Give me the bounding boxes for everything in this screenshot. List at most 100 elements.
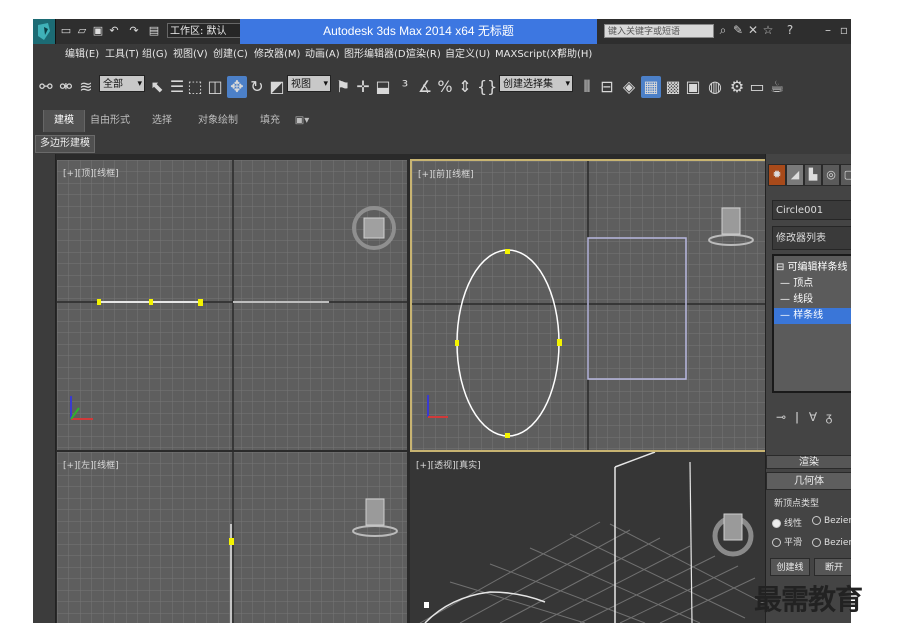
select-rotate-icon[interactable]: ↻ (247, 76, 267, 98)
edit-named-selection-icon[interactable]: {} (477, 76, 497, 98)
create-panel-icon[interactable]: ✹ (768, 164, 786, 186)
communication-icon[interactable]: ✕ (746, 23, 760, 38)
break-button[interactable]: 断开 (814, 558, 851, 576)
select-move-icon[interactable]: ✥ (227, 76, 247, 98)
rendered-frame-icon[interactable]: ▭ (747, 76, 767, 98)
save-icon[interactable]: ▣ (91, 23, 105, 38)
unlink-icon[interactable]: ⚮ (56, 76, 76, 98)
radio-bezier[interactable]: Bezier (812, 516, 851, 526)
menu-create[interactable]: 创建(C) (213, 44, 248, 66)
vertex-marker (229, 538, 234, 545)
redo-icon[interactable]: ↷ (127, 23, 141, 38)
material-editor-icon[interactable]: ◍ (705, 76, 725, 98)
angle-snap-icon[interactable]: ∡ (415, 76, 435, 98)
select-object-icon[interactable]: ⬉ (147, 76, 167, 98)
graphite-ribbon-icon[interactable]: ▦ (641, 76, 661, 98)
motion-panel-icon[interactable]: ◎ (822, 164, 840, 186)
viewport-label-perspective[interactable]: [+][透视][真实] (416, 458, 481, 471)
restore-icon[interactable]: ▫ (837, 23, 851, 38)
radio-bezier-corner[interactable]: Bezier 角点 (812, 535, 851, 548)
minimize-icon[interactable]: – (821, 23, 835, 38)
tab-selection[interactable]: 选择 (145, 110, 179, 132)
viewport-front[interactable]: [+][前][线框] (410, 159, 767, 452)
menu-maxscript[interactable]: MAXScript(X) (495, 44, 561, 66)
open-file-icon[interactable]: ▱ (75, 23, 89, 38)
mirror-icon[interactable]: ⫴ (577, 76, 597, 98)
pin-stack-icon[interactable]: ⊸ (774, 408, 788, 426)
menu-customize[interactable]: 自定义(U) (445, 44, 490, 66)
stack-item-spline[interactable]: — 样条线 (774, 308, 851, 324)
selection-filter-dropdown[interactable]: 全部 ▾ (99, 75, 145, 92)
spinner-snap-icon[interactable]: ⇕ (455, 76, 475, 98)
search-input[interactable]: 键入关键字或短语 (604, 24, 714, 38)
select-scale-icon[interactable]: ◩ (267, 76, 287, 98)
workspace-dropdown[interactable]: 工作区: 默认 (167, 23, 247, 38)
menu-group[interactable]: 组(G) (142, 44, 168, 66)
menu-help[interactable]: 帮助(H) (557, 44, 592, 66)
rect-selection-icon[interactable]: ⬚ (185, 76, 205, 98)
rollout-rendering[interactable]: 渲染 (766, 455, 851, 469)
make-unique-icon[interactable]: ∀ (806, 408, 820, 426)
radio-dot-icon (772, 538, 781, 547)
polygon-modeling-tab[interactable]: 多边形建模 (35, 135, 95, 153)
help-icon[interactable]: ? (783, 23, 797, 38)
stack-item-segment[interactable]: — 线段 (780, 292, 813, 308)
hierarchy-panel-icon[interactable]: ▙ (804, 164, 822, 186)
viewport-label-top[interactable]: [+][顶][线框] (63, 166, 119, 179)
stack-item-vertex[interactable]: — 顶点 (780, 276, 813, 292)
app-logo-icon[interactable] (33, 19, 56, 44)
pivot-center-icon[interactable]: ⚑ (333, 76, 353, 98)
radio-linear[interactable]: 线性 (772, 516, 802, 529)
viewport-label-left[interactable]: [+][左][线框] (63, 458, 119, 471)
project-folder-icon[interactable]: ▤ (147, 23, 161, 38)
schematic-view-icon[interactable]: ▣ (683, 76, 703, 98)
menu-rendering[interactable]: 渲染(R) (406, 44, 441, 66)
select-by-name-icon[interactable]: ☰ (167, 76, 187, 98)
stack-root-editable-spline[interactable]: ⊟ 可编辑样条线 (776, 260, 848, 276)
reference-coord-dropdown[interactable]: 视图 ▾ (287, 75, 331, 92)
modify-panel-icon[interactable]: ◢ (786, 164, 804, 186)
viewport-top[interactable]: [+][顶][线框] (57, 160, 407, 450)
undo-icon[interactable]: ↶ (107, 23, 121, 38)
render-teapot-icon[interactable]: ☕ (767, 76, 787, 98)
tab-modeling[interactable]: 建模 (43, 110, 85, 132)
align-icon[interactable]: ⊟ (597, 76, 617, 98)
window-crossing-icon[interactable]: ◫ (205, 76, 225, 98)
menu-edit[interactable]: 编辑(E) (65, 44, 99, 66)
select-link-icon[interactable]: ⚯ (36, 76, 56, 98)
tab-object-paint[interactable]: 对象绘制 (193, 110, 243, 132)
radio-smooth[interactable]: 平滑 (772, 535, 802, 548)
show-end-result-icon[interactable]: ǀ (790, 408, 804, 426)
menu-graph-editors[interactable]: 图形编辑器(D) (344, 44, 410, 66)
curve-editor-icon[interactable]: ▩ (663, 76, 683, 98)
menu-modifiers[interactable]: 修改器(M) (254, 44, 300, 66)
modifier-list-dropdown[interactable]: 修改器列表 (772, 226, 851, 250)
bind-spacewarp-icon[interactable]: ≋ (76, 76, 96, 98)
menu-views[interactable]: 视图(V) (173, 44, 208, 66)
vertex-marker (97, 299, 101, 305)
keyboard-shortcut-icon[interactable]: ⬓ (373, 76, 393, 98)
subscription-icon[interactable]: ✎ (731, 23, 745, 38)
rollout-geometry[interactable]: 几何体 (766, 472, 851, 490)
tab-freeform[interactable]: 自由形式 (87, 110, 133, 132)
create-line-button[interactable]: 创建线 (770, 558, 810, 576)
ribbon-options-icon[interactable]: ▣▾ (291, 110, 313, 132)
named-selection-dropdown[interactable]: 创建选择集 ▾ (499, 75, 573, 92)
viewport-label-front[interactable]: [+][前][线框] (418, 167, 474, 180)
viewport-perspective[interactable]: [+][透视][真实] (410, 452, 765, 623)
tab-populate[interactable]: 填充 (253, 110, 287, 132)
display-panel-icon[interactable]: ▢ (840, 164, 851, 186)
new-file-icon[interactable]: ▭ (59, 23, 73, 38)
viewport-left[interactable]: [+][左][线框] (57, 452, 407, 623)
favorites-star-icon[interactable]: ☆ (761, 23, 775, 38)
layer-manager-icon[interactable]: ◈ (619, 76, 639, 98)
snaps-toggle-icon[interactable]: ³ (395, 76, 415, 98)
percent-snap-icon[interactable]: % (435, 76, 455, 98)
menu-animation[interactable]: 动画(A) (305, 44, 340, 66)
remove-modifier-icon[interactable]: ᵹ (822, 408, 836, 426)
object-name-field[interactable]: Circle001 (772, 200, 851, 220)
select-manipulate-icon[interactable]: ✛ (353, 76, 373, 98)
render-setup-icon[interactable]: ⚙ (727, 76, 747, 98)
menu-tools[interactable]: 工具(T) (105, 44, 139, 66)
binoculars-icon[interactable]: ⌕ (716, 23, 730, 38)
